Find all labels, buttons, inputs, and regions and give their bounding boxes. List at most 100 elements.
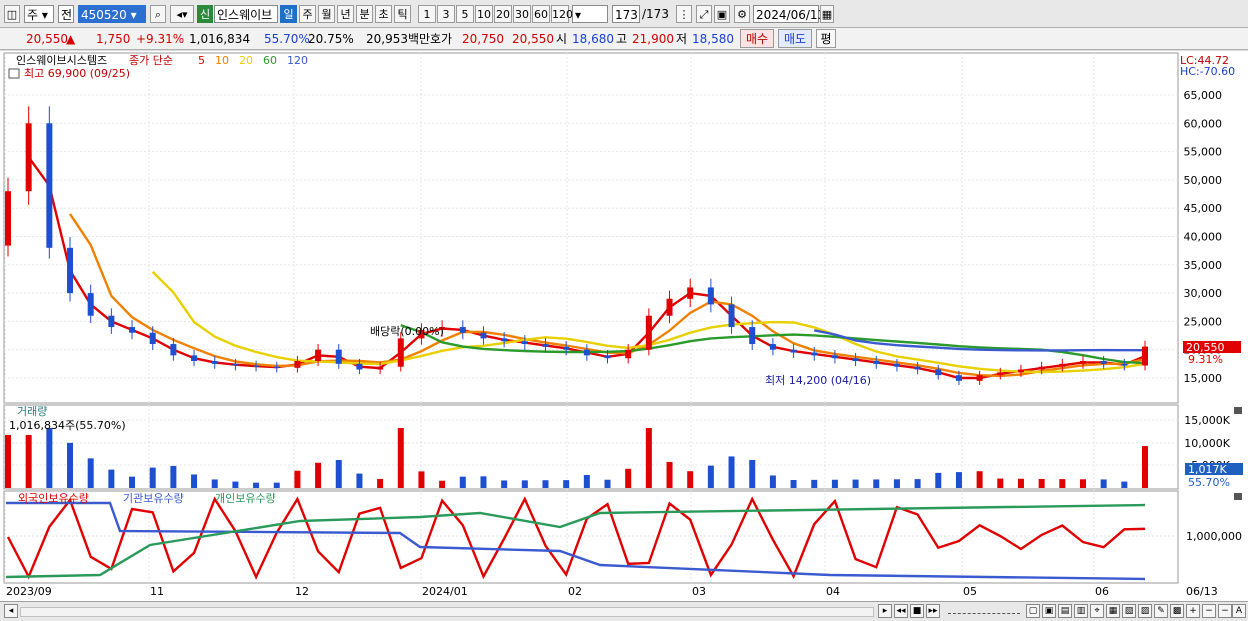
period-tab[interactable]: 틱 (394, 5, 411, 23)
zoom-in-icon[interactable]: + (1186, 604, 1200, 618)
candle-body (67, 247, 74, 294)
volume-tick: 15,000K (1184, 414, 1230, 427)
sound-icon[interactable]: ◂▾ (170, 5, 194, 23)
volume-bar (315, 462, 322, 488)
holding-legend-item[interactable]: 외국인보유수량 (18, 492, 89, 505)
candle-body (46, 123, 53, 248)
candle-body (707, 287, 714, 305)
scroll-left-icon[interactable]: ◂ (4, 604, 18, 618)
chart-svg[interactable]: 65,000 60,000 55,000 50,000 45,000 40,000 35,0… (0, 51, 1248, 601)
chart-area[interactable]: 65,000 60,000 55,000 50,000 45,000 40,000 35,0… (0, 51, 1248, 601)
calendar-icon[interactable]: ▦ (820, 5, 834, 23)
layout-icon[interactable]: ▥ (1074, 604, 1088, 618)
sell-button[interactable]: 매도 (778, 29, 812, 48)
search-icon[interactable]: ⌕ (150, 5, 166, 23)
crosshair-icon[interactable]: ⌖ (1090, 604, 1104, 618)
date-tick: 06/13 (1186, 585, 1218, 598)
ma-legend-item[interactable]: 20 (239, 54, 253, 67)
interval-tab[interactable]: 1 (418, 5, 436, 23)
candle-body (831, 355, 838, 359)
grid-icon[interactable]: ⋮ (676, 5, 692, 23)
layout-icon[interactable]: ▢ (1026, 604, 1040, 618)
zoom-out-icon[interactable]: − (1202, 604, 1216, 618)
interval-tab[interactable]: 3 (437, 5, 455, 23)
ma-legend-item[interactable]: 10 (215, 54, 229, 67)
volume-bar (335, 460, 342, 488)
volume-bar (418, 471, 425, 488)
period-tab[interactable]: 초 (375, 5, 392, 23)
volume-bar (873, 479, 880, 488)
market-type-select[interactable]: 주 ▾ (24, 5, 54, 23)
holding-legend-item[interactable]: 기관보유수량 (123, 492, 184, 505)
volume-tag-pct: 55.70% (1188, 476, 1230, 489)
dividend-annotation: 배당락(0.00%) (370, 325, 444, 338)
line-icon[interactable]: − (1218, 604, 1232, 618)
interval-custom-select[interactable]: ▾ (572, 5, 608, 23)
layout-icon[interactable]: ▩ (1170, 604, 1184, 618)
zoom-slider[interactable] (948, 610, 1020, 614)
board-select[interactable]: 전 (58, 5, 74, 23)
volume-bar (542, 480, 549, 488)
candle-body (1142, 346, 1148, 366)
layout-icon[interactable]: ▤ (1058, 604, 1072, 618)
low-label: 저 (676, 32, 688, 46)
draw-icon[interactable]: ⤢ (696, 5, 712, 23)
fast-forward-icon[interactable]: ▸▸ (926, 604, 940, 618)
holding-legend-item[interactable]: 개인보유수량 (215, 492, 276, 505)
date-input[interactable]: 2024/06/13 (753, 5, 825, 23)
interval-tab[interactable]: 120 (551, 5, 573, 23)
stock-code-input[interactable]: 450520 ▾ (78, 5, 146, 23)
volume-bar (273, 482, 280, 488)
candle-body (542, 344, 549, 347)
layout-icon[interactable]: ▦ (1106, 604, 1120, 618)
volume-bar (253, 482, 260, 488)
volume-bar (1017, 478, 1024, 488)
layout-icon[interactable]: ▣ (1042, 604, 1056, 618)
period-tab[interactable]: 일 (280, 5, 297, 23)
volume-bar (129, 476, 136, 488)
candle-body (1121, 363, 1128, 366)
scrollbar-track[interactable] (20, 607, 874, 617)
stop-icon[interactable]: ■ (910, 604, 924, 618)
rewind-icon[interactable]: ◂◂ (894, 604, 908, 618)
period-tab[interactable]: 년 (337, 5, 354, 23)
eval-button[interactable]: 평 (816, 29, 836, 48)
gear-icon[interactable]: ⚙ (734, 5, 750, 23)
scroll-right-icon[interactable]: ▸ (878, 604, 892, 618)
interval-tab[interactable]: 60 (532, 5, 550, 23)
new-listing-badge: 신 (197, 5, 213, 23)
period-tab[interactable]: 주 (299, 5, 316, 23)
volume-bar (170, 465, 177, 488)
candle-body (563, 346, 570, 350)
layout-icon[interactable]: ▨ (1138, 604, 1152, 618)
period-tab[interactable]: 월 (318, 5, 335, 23)
period-tab[interactable]: 분 (356, 5, 373, 23)
candle-body (935, 369, 942, 376)
holding-legend[interactable]: 외국인보유수량 기관보유수량 개인보유수량 (18, 492, 276, 505)
turnover-percent: 20.75% (308, 32, 354, 46)
count-total: /173 (642, 7, 669, 21)
volume-bar (1142, 446, 1148, 488)
panel-close-icon[interactable] (1234, 493, 1242, 500)
layout-icon[interactable]: ▧ (1122, 604, 1136, 618)
count-input[interactable]: 173 (612, 5, 640, 23)
volume-bar (645, 428, 652, 488)
panel-close-icon[interactable] (1234, 407, 1242, 414)
pen-icon[interactable]: ✎ (1154, 604, 1168, 618)
interval-tab[interactable]: 10 (475, 5, 493, 23)
volume-bar (852, 479, 859, 488)
ma-legend-item[interactable]: 5 (198, 54, 205, 67)
interval-tab[interactable]: 5 (456, 5, 474, 23)
layout-icon[interactable]: ◫ (4, 5, 20, 23)
buy-button[interactable]: 매수 (740, 29, 774, 48)
save-icon[interactable]: ▣ (714, 5, 730, 23)
candle-body (377, 366, 384, 370)
text-size-icon[interactable]: A (1232, 604, 1246, 618)
ma-legend-item[interactable]: 60 (263, 54, 277, 67)
candle-body (811, 352, 818, 356)
interval-tab[interactable]: 20 (494, 5, 512, 23)
volume-value: 1,016,834주(55.70%) (9, 419, 126, 432)
ma-legend-item[interactable]: 120 (287, 54, 308, 67)
low-annotation: 최저 14,200 (04/16) (765, 374, 871, 387)
interval-tab[interactable]: 30 (513, 5, 531, 23)
